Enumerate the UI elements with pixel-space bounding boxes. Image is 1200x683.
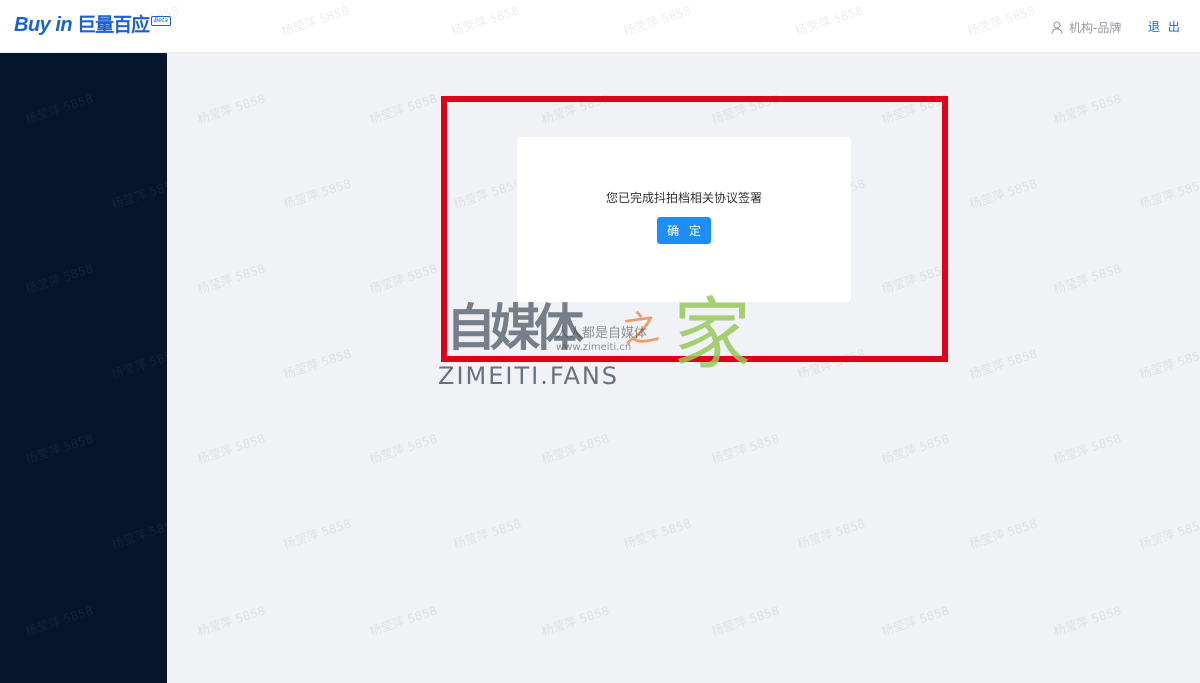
watermark-text: 杨莹萍 5858 (879, 261, 951, 297)
zimeiti-logo-en: ZIMEITI.FANS (438, 362, 620, 390)
confirm-button[interactable]: 确 定 (657, 217, 711, 244)
zimeiti-logo-slogan: 人人都是自媒体 (556, 326, 648, 341)
logo-text-cn: 巨量百应 (77, 14, 150, 36)
logo-text-en: Buy in (14, 14, 73, 36)
watermark-text: 杨莹萍 5858 (1051, 261, 1123, 297)
watermark-text: 杨莹萍 5858 (621, 516, 693, 552)
watermark-text: 杨莹萍 5858 (367, 603, 439, 639)
watermark-text: 杨莹萍 5858 (795, 346, 867, 382)
watermark-text: 杨莹萍 5858 (539, 603, 611, 639)
watermark-text: 杨莹萍 5858 (195, 603, 267, 639)
watermark-text: 杨莹萍 5858 (709, 431, 781, 467)
watermark-text: 杨莹萍 5858 (1051, 91, 1123, 127)
watermark-text: 杨莹萍 5858 (879, 431, 951, 467)
buyin-logo[interactable]: Buy in 巨量百应 Beta (14, 13, 171, 37)
watermark-text: 杨莹萍 5858 (1051, 431, 1123, 467)
watermark-text: 杨莹萍 5858 (1051, 603, 1123, 639)
watermark-text: 杨莹萍 5858 (709, 91, 781, 127)
sidebar (0, 53, 167, 683)
agreement-confirm-card: 您已完成抖拍档相关协议签署 确 定 (517, 137, 851, 302)
zimeiti-watermark-logo: 自媒体 之 家 人人都是自媒体 www.zimeiti.cn ZIMEITI.F… (438, 290, 778, 392)
watermark-text: 杨莹萍 5858 (281, 176, 353, 212)
watermark-text: 杨莹萍 5858 (967, 346, 1039, 382)
account-name: 机构-品牌 (1069, 21, 1122, 35)
watermark-text: 杨莹萍 5858 (367, 91, 439, 127)
watermark-text: 杨莹萍 5858 (1137, 346, 1200, 382)
watermark-text: 杨莹萍 5858 (967, 516, 1039, 552)
user-icon (1051, 21, 1063, 34)
watermark-text: 杨莹萍 5858 (1137, 516, 1200, 552)
zimeiti-logo-jia: 家 (673, 290, 752, 380)
watermark-text: 杨莹萍 5858 (367, 261, 439, 297)
watermark-text: 杨莹萍 5858 (795, 516, 867, 552)
top-header: Buy in 巨量百应 Beta 机构-品牌 退 出 (0, 0, 1200, 53)
watermark-text: 杨莹萍 5858 (281, 516, 353, 552)
watermark-layer: 杨莹萍 5858 杨莹萍 5858 杨莹萍 5858 杨莹萍 5858 杨莹萍 … (0, 0, 1200, 683)
logout-link[interactable]: 退 出 (1148, 18, 1182, 35)
watermark-text: 杨莹萍 5858 (451, 176, 523, 212)
watermark-text: 杨莹萍 5858 (539, 91, 611, 127)
watermark-text: 杨莹萍 5858 (709, 603, 781, 639)
watermark-text: 杨莹萍 5858 (195, 91, 267, 127)
watermark-text: 杨莹萍 5858 (1137, 176, 1200, 212)
agreement-message: 您已完成抖拍档相关协议签署 (605, 191, 762, 205)
watermark-text: 杨莹萍 5858 (967, 176, 1039, 212)
watermark-text: 杨莹萍 5858 (451, 516, 523, 552)
zimeiti-logo-zhi: 之 (620, 306, 662, 353)
zimeiti-logo-url: www.zimeiti.cn (556, 342, 632, 353)
watermark-text: 杨莹萍 5858 (281, 346, 353, 382)
watermark-text: 杨莹萍 5858 (879, 91, 951, 127)
watermark-text: 杨莹萍 5858 (539, 431, 611, 467)
watermark-text: 杨莹萍 5858 (879, 603, 951, 639)
watermark-text: 杨莹萍 5858 (195, 431, 267, 467)
beta-badge: Beta (151, 16, 171, 26)
account-menu[interactable]: 机构-品牌 (1051, 19, 1121, 36)
watermark-text: 杨莹萍 5858 (367, 431, 439, 467)
zimeiti-logo-cn: 自媒体 (446, 299, 584, 357)
watermark-text: 杨莹萍 5858 (195, 261, 267, 297)
